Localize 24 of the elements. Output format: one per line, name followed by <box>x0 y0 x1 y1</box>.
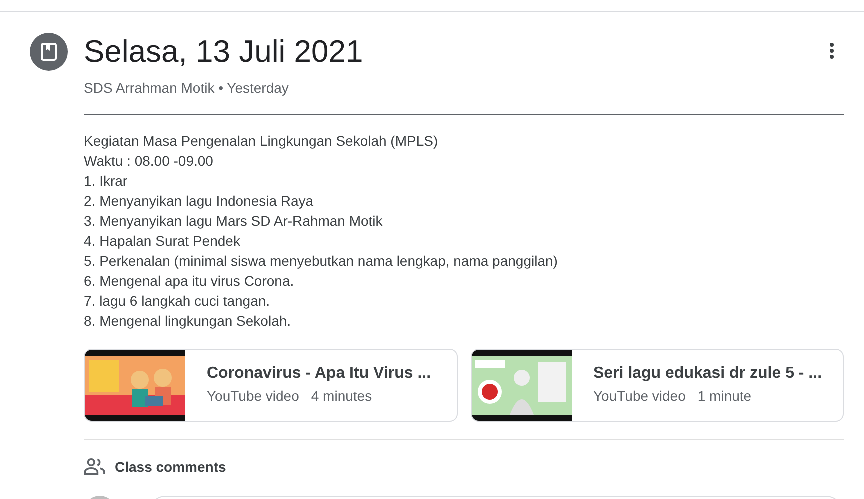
attachment-card[interactable]: Seri lagu edukasi dr zule 5 - ... YouTube video 1 minute <box>470 349 844 422</box>
post-text-line: 1. Ikrar <box>84 172 129 191</box>
post-text-line: 8. Mengenal lingkungan Sekolah. <box>84 312 292 331</box>
post-text-line: Waktu : 08.00 -09.00 <box>84 152 214 171</box>
attachment-title: Seri lagu edukasi dr zule 5 - ... <box>594 364 822 384</box>
more-options-icon[interactable] <box>830 43 834 59</box>
assignment-icon <box>30 33 68 71</box>
post-text-line: 5. Perkenalan (minimal siswa menyebutkan nama lengkap, nama panggilan) <box>84 252 559 271</box>
attachment-type: YouTube video <box>594 388 686 404</box>
attachment-duration: 1 minute <box>698 388 752 404</box>
post-text-line: 3. Menyanyikan lagu Mars SD Ar-Rahman Motik <box>84 212 384 231</box>
post-meta: SDS Arrahman Motik • Yesterday <box>84 79 290 97</box>
post-title: Selasa, 13 Juli 2021 <box>84 33 364 71</box>
people-icon <box>84 458 106 476</box>
post-text-line: 7. lagu 6 langkah cuci tangan. <box>84 292 272 311</box>
attachment-duration: 4 minutes <box>311 388 372 404</box>
post-text-line: 6. Mengenal apa itu virus Corona. <box>84 272 296 291</box>
attachment-card[interactable]: Coronavirus - Apa Itu Virus ... YouTube video 4 minutes <box>84 349 458 422</box>
post-text-line: 2. Menyanyikan lagu Indonesia Raya <box>84 192 315 211</box>
post-text-line: Kegiatan Masa Pengenalan Lingkungan Sekolah (MPLS) <box>84 132 440 151</box>
attachment-type: YouTube video <box>207 388 300 404</box>
attachment-title: Coronavirus - Apa Itu Virus ... <box>207 364 432 384</box>
post-text-line: 4. Hapalan Surat Pendek <box>84 232 242 251</box>
class-comments-label: Class comments <box>115 459 226 475</box>
